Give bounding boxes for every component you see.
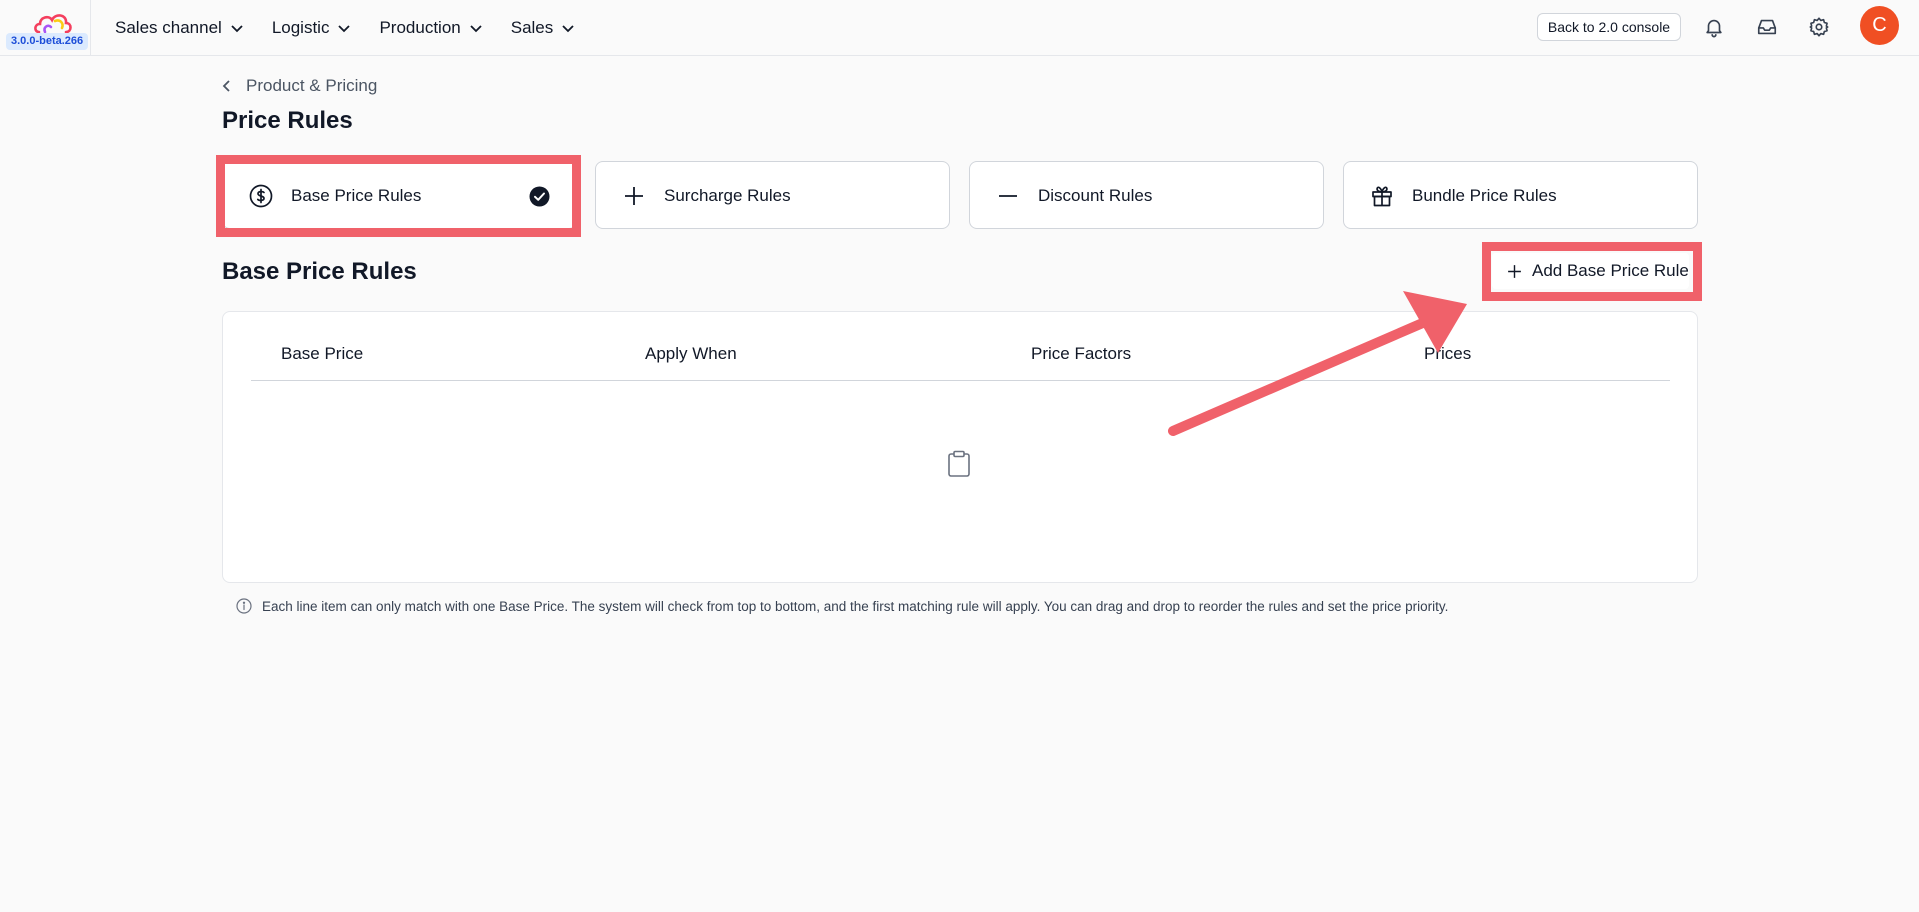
info-icon — [236, 598, 252, 614]
chevron-down-icon — [562, 24, 574, 32]
gear-icon — [1809, 17, 1829, 37]
nav-sales-channel[interactable]: Sales channel — [115, 18, 244, 38]
nav-label: Sales — [510, 17, 554, 37]
price-rules-table: Base Price Apply When Price Factors Pric… — [222, 311, 1698, 583]
app-logo[interactable]: 3.0.0-beta.266 — [0, 0, 91, 55]
tab-surcharge-rules[interactable]: Surcharge Rules — [595, 161, 950, 229]
plus-icon — [625, 187, 643, 205]
info-note-text: Each line item can only match with one B… — [262, 598, 1449, 614]
breadcrumb[interactable]: Product & Pricing — [220, 76, 377, 96]
add-button-label: Add Base Price Rule — [1532, 261, 1689, 280]
chevron-down-icon — [470, 24, 482, 32]
nav-label: Production — [379, 17, 461, 37]
main-nav: Sales channel Logistic Production Sales — [115, 0, 603, 55]
tab-base-price-rules[interactable]: Base Price Rules — [222, 161, 577, 229]
chevron-down-icon — [231, 24, 243, 32]
dollar-circle-icon — [249, 184, 273, 208]
back-to-console-button[interactable]: Back to 2.0 console — [1537, 13, 1681, 41]
inbox-button[interactable] — [1754, 14, 1780, 40]
user-avatar[interactable]: C — [1860, 6, 1899, 45]
version-badge: 3.0.0-beta.266 — [6, 33, 89, 50]
settings-button[interactable] — [1806, 14, 1832, 40]
nav-label: Logistic — [271, 17, 330, 37]
table-header-divider — [251, 380, 1670, 381]
bell-icon — [1706, 19, 1722, 38]
section-title: Base Price Rules — [222, 258, 417, 285]
column-header-apply-when: Apply When — [645, 344, 737, 363]
tab-label: Bundle Price Rules — [1412, 186, 1557, 205]
check-circle-icon — [529, 186, 550, 207]
add-base-price-rule-button[interactable]: Add Base Price Rule — [1492, 253, 1689, 289]
top-navigation-bar: 3.0.0-beta.266 Sales channel Logistic Pr… — [0, 0, 1919, 56]
column-header-prices: Prices — [1424, 344, 1472, 363]
nav-sales[interactable]: Sales — [511, 18, 576, 38]
chevron-down-icon — [338, 24, 351, 32]
gift-icon — [1372, 186, 1392, 207]
column-header-base-price: Base Price — [281, 344, 364, 363]
notifications-button[interactable] — [1701, 14, 1727, 40]
tab-bundle-price-rules[interactable]: Bundle Price Rules — [1343, 161, 1698, 229]
breadcrumb-label: Product & Pricing — [246, 76, 378, 95]
nav-label: Sales channel — [115, 17, 222, 37]
column-header-price-factors: Price Factors — [1031, 344, 1132, 363]
page-title: Price Rules — [222, 107, 353, 134]
clipboard-icon — [948, 450, 970, 477]
tab-discount-rules[interactable]: Discount Rules — [969, 161, 1324, 229]
tab-label: Base Price Rules — [291, 186, 422, 205]
nav-production[interactable]: Production — [379, 18, 482, 38]
inbox-icon — [1757, 19, 1777, 35]
minus-icon — [999, 195, 1017, 197]
plus-icon — [1508, 264, 1521, 278]
tab-label: Surcharge Rules — [664, 186, 791, 205]
info-note: Each line item can only match with one B… — [236, 598, 1448, 614]
chevron-left-icon — [222, 80, 230, 92]
tab-label: Discount Rules — [1038, 186, 1153, 205]
nav-logistic[interactable]: Logistic — [272, 18, 352, 38]
